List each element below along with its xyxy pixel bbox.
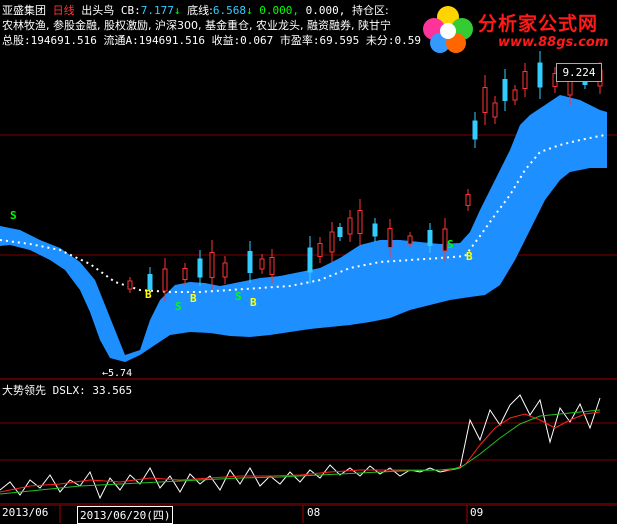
share-stats: 总股:194691.516 流通A:194691.516 收益:0.067 市盈… bbox=[2, 34, 422, 47]
candle-body bbox=[222, 262, 228, 278]
candle-body bbox=[522, 71, 528, 89]
candle-body bbox=[209, 252, 215, 278]
candle-body bbox=[472, 120, 478, 140]
candle-body bbox=[427, 230, 433, 246]
candle-body bbox=[347, 217, 353, 235]
candle-body bbox=[492, 102, 498, 118]
candle-body bbox=[357, 210, 363, 234]
candle-body bbox=[482, 87, 488, 113]
candle-body bbox=[407, 235, 413, 245]
indicator-canvas[interactable] bbox=[0, 380, 617, 505]
cb-value: 7.177 bbox=[140, 4, 174, 17]
buy-signal: B bbox=[190, 292, 197, 305]
current-price-box: 9.224 bbox=[556, 63, 602, 82]
candle-body bbox=[465, 194, 471, 206]
sell-signal: S bbox=[447, 238, 454, 251]
indicator-name[interactable]: 大势领先 bbox=[2, 384, 46, 397]
candle-body bbox=[197, 258, 203, 278]
indicator-label: 大势领先 DSLX: 33.565 bbox=[2, 382, 132, 398]
header-line-1: 亚盛集团 日线 出头鸟 CB:7.177↓ 底线:6.568↓ 0.000, 0… bbox=[2, 4, 389, 17]
price-chart-panel[interactable]: 亚盛集团 日线 出头鸟 CB:7.177↓ 底线:6.568↓ 0.000, 0… bbox=[0, 0, 617, 380]
sell-signal: S bbox=[175, 300, 182, 313]
candle-body bbox=[387, 228, 393, 248]
axis-ticks bbox=[0, 505, 617, 523]
sector-tags: 农林牧渔, 参股金融, 股权激励, 沪深300, 基金重仓, 农业龙头, 融资融… bbox=[2, 19, 391, 32]
indicator-panel[interactable]: 大势领先 DSLX: 33.565 bbox=[0, 380, 617, 505]
candle-body bbox=[512, 89, 518, 101]
buy-signal: B bbox=[466, 250, 473, 263]
indicator-value: 33.565 bbox=[92, 384, 133, 397]
candle-body bbox=[247, 251, 253, 273]
price-chart-canvas[interactable] bbox=[0, 0, 617, 380]
formula-name[interactable]: 出头鸟 bbox=[81, 4, 114, 17]
logo-url: www.88gs.com bbox=[498, 35, 609, 50]
sell-signal: S bbox=[10, 209, 17, 222]
candle-body bbox=[307, 247, 313, 273]
buy-signal: B bbox=[250, 296, 257, 309]
candle-body bbox=[372, 223, 378, 237]
candle-body bbox=[182, 268, 188, 280]
candle-body bbox=[537, 62, 543, 88]
candle-body bbox=[329, 231, 335, 253]
dslx-white-line bbox=[0, 394, 601, 500]
sell-signal: S bbox=[235, 290, 242, 303]
candle-body bbox=[259, 258, 265, 270]
value-1: 0.000, bbox=[259, 4, 299, 17]
cb-label: CB: bbox=[120, 4, 141, 17]
dslx-red-line bbox=[0, 411, 601, 493]
candle-body bbox=[162, 268, 168, 292]
flower-logo-icon bbox=[423, 6, 473, 53]
bottom-label: 底线: bbox=[187, 4, 213, 17]
buy-signal: B bbox=[145, 288, 152, 301]
indicator-code: DSLX: bbox=[52, 384, 86, 397]
date-axis[interactable]: 2013/06 2013/06/20(四) 08 09 bbox=[0, 505, 617, 524]
candle-body bbox=[317, 243, 323, 257]
stock-name: 亚盛集团 bbox=[2, 4, 46, 17]
candle-body bbox=[337, 227, 343, 237]
site-logo: 分析家公式网 www.88gs.com bbox=[420, 3, 617, 55]
candle-body bbox=[269, 257, 275, 275]
candle-body bbox=[127, 280, 133, 290]
logo-brand: 分析家公式网 bbox=[478, 13, 599, 35]
position-label: 持仓区: bbox=[351, 4, 389, 17]
bottom-value: 6.568 bbox=[212, 4, 246, 17]
candle-body bbox=[502, 79, 508, 101]
period-label[interactable]: 日线 bbox=[53, 4, 75, 17]
value-2: 0.000, bbox=[305, 4, 346, 17]
low-price-marker: ←5.74 bbox=[102, 368, 133, 379]
